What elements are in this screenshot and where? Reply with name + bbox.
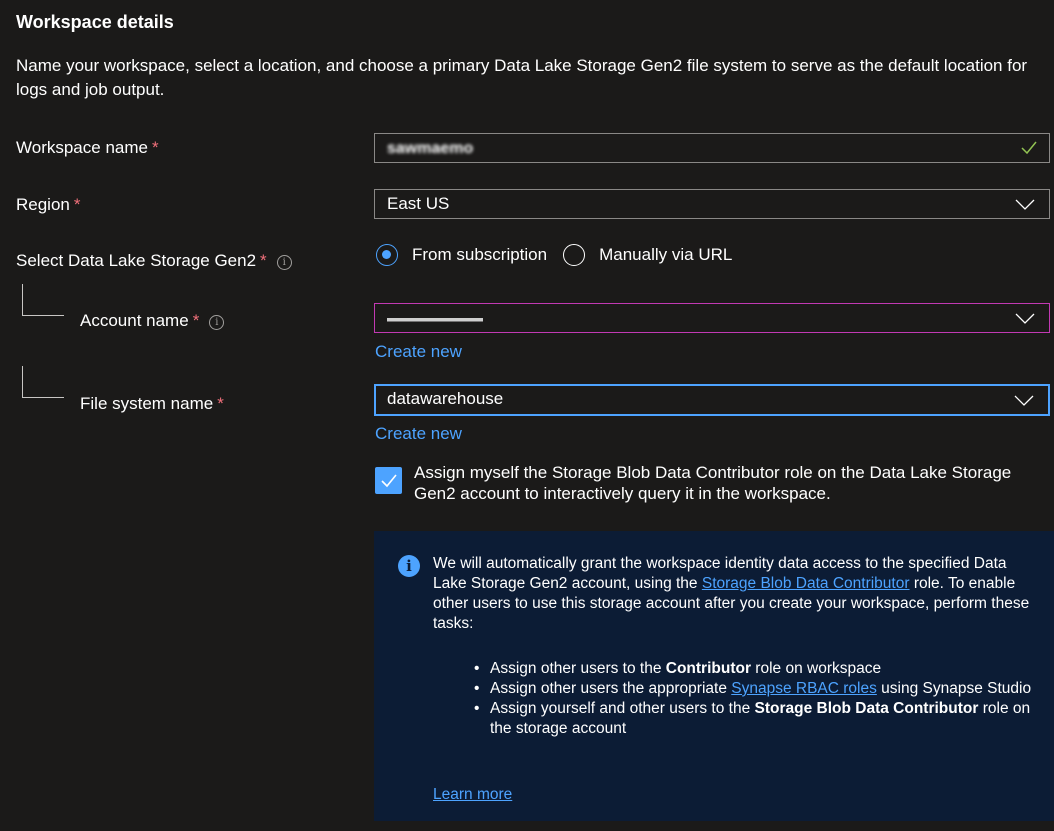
list-item: Assign other users to the Contributor ro…: [474, 659, 1044, 679]
workspace-name-label: Workspace name *: [16, 138, 159, 158]
data-lake-label: Select Data Lake Storage Gen2 * i: [16, 251, 292, 271]
account-create-new-link[interactable]: Create new: [375, 342, 462, 362]
file-system-create-new-link[interactable]: Create new: [375, 424, 462, 444]
radio-from-subscription-label[interactable]: From subscription: [412, 245, 547, 265]
list-item-bold: Contributor: [665, 660, 751, 677]
data-lake-radio-group: From subscription Manually via URL: [376, 244, 732, 266]
list-item: Assign other users the appropriate Synap…: [474, 679, 1044, 699]
workspace-name-value: sawmaemo: [387, 140, 474, 157]
account-name-label-text: Account name: [80, 311, 189, 330]
info-icon[interactable]: i: [276, 255, 292, 270]
required-marker: *: [260, 251, 267, 270]
region-label: Region *: [16, 195, 81, 215]
storage-blob-data-contributor-link[interactable]: Storage Blob Data Contributor: [702, 575, 910, 592]
account-name-value: [387, 312, 483, 325]
list-item-text: role on workspace: [751, 660, 882, 677]
required-marker: *: [151, 138, 159, 157]
chevron-down-icon: [1015, 199, 1035, 210]
info-circle-icon: i: [398, 555, 420, 577]
workspace-name-input[interactable]: sawmaemo: [374, 133, 1050, 163]
assign-role-checkbox[interactable]: [375, 467, 402, 494]
region-label-text: Region: [16, 195, 70, 214]
tree-connector: [22, 366, 23, 397]
tree-connector: [22, 315, 64, 316]
list-item: Assign yourself and other users to the S…: [474, 699, 1044, 739]
radio-manually-via-url-label[interactable]: Manually via URL: [599, 245, 732, 265]
section-title: Workspace details: [16, 12, 174, 32]
info-task-list: Assign other users to the Contributor ro…: [474, 659, 1044, 739]
chevron-down-icon: [1014, 395, 1034, 406]
list-item-text: Assign other users the appropriate: [490, 680, 732, 697]
file-system-name-label-text: File system name: [80, 394, 214, 413]
info-icon[interactable]: i: [209, 315, 225, 330]
workspace-name-label-text: Workspace name: [16, 138, 148, 157]
assign-role-label[interactable]: Assign myself the Storage Blob Data Cont…: [414, 462, 1034, 504]
required-marker: *: [217, 394, 224, 413]
tree-connector: [22, 284, 23, 315]
learn-more-link[interactable]: Learn more: [433, 786, 512, 804]
list-item-text: Assign yourself and other users to the: [490, 700, 755, 717]
info-message-text: We will automatically grant the workspac…: [433, 554, 1033, 634]
account-name-label: Account name * i: [80, 311, 225, 331]
account-name-select[interactable]: [374, 303, 1050, 333]
list-item-text: Assign other users to the: [490, 660, 666, 677]
required-marker: *: [73, 195, 81, 214]
checkmark-icon: [381, 474, 397, 488]
list-item-text: using Synapse Studio: [876, 680, 1032, 697]
region-value: East US: [387, 194, 450, 213]
radio-from-subscription[interactable]: [376, 244, 398, 266]
tree-connector: [22, 397, 64, 398]
list-item-bold: Storage Blob Data Contributor: [754, 700, 979, 717]
radio-manually-via-url[interactable]: [563, 244, 586, 266]
section-description: Name your workspace, select a location, …: [16, 56, 1028, 99]
chevron-down-icon: [1015, 313, 1035, 324]
required-marker: *: [192, 311, 200, 330]
file-system-name-value: datawarehouse: [387, 389, 504, 408]
file-system-name-label: File system name *: [80, 394, 224, 414]
checkmark-icon: [1021, 141, 1037, 155]
file-system-name-select[interactable]: datawarehouse: [374, 384, 1050, 416]
region-select[interactable]: East US: [374, 189, 1050, 219]
synapse-rbac-roles-link[interactable]: Synapse RBAC roles: [731, 680, 877, 697]
data-lake-label-text: Select Data Lake Storage Gen2: [16, 251, 257, 270]
